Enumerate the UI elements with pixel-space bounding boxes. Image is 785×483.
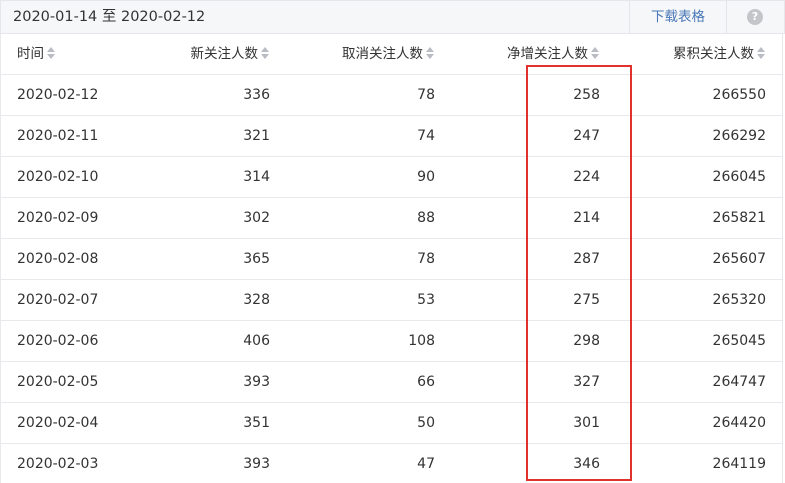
unfollows-cell: 53 — [417, 292, 435, 308]
unfollows-cell: 74 — [417, 128, 435, 144]
table-row: 2020-02-07 328 53 275 265320 — [1, 280, 782, 321]
date-cell: 2020-02-11 — [17, 128, 99, 144]
column-header-label: 取消关注人数 — [342, 46, 423, 62]
column-header-label: 时间 — [17, 46, 44, 62]
table-row: 2020-02-03 393 47 346 264119 — [1, 444, 782, 483]
net-growth-cell: 301 — [573, 415, 600, 431]
net-growth-cell: 287 — [573, 251, 600, 267]
table-row: 2020-02-05 393 66 327 264747 — [1, 362, 782, 403]
unfollows-cell: 66 — [417, 374, 435, 390]
unfollows-cell: 78 — [417, 251, 435, 267]
cumulative-cell: 266045 — [712, 169, 766, 185]
table-row: 2020-02-11 321 74 247 266292 — [1, 116, 782, 157]
new-followers-cell: 406 — [243, 333, 270, 349]
date-cell: 2020-02-06 — [17, 333, 99, 349]
net-growth-cell: 224 — [573, 169, 600, 185]
new-followers-cell: 351 — [243, 415, 270, 431]
column-header-new-followers[interactable]: 新关注人数 — [191, 34, 271, 74]
column-header-net-growth[interactable]: 净增关注人数 — [507, 34, 600, 74]
new-followers-cell: 393 — [243, 374, 270, 390]
sort-icon[interactable] — [426, 47, 435, 59]
new-followers-cell: 328 — [243, 292, 270, 308]
date-cell: 2020-02-08 — [17, 251, 99, 267]
date-range-label[interactable]: 2020-01-14 至 2020-02-12 — [13, 1, 205, 33]
sort-icon[interactable] — [591, 47, 600, 59]
divider — [726, 1, 727, 33]
net-growth-cell: 275 — [573, 292, 600, 308]
column-header-unfollows[interactable]: 取消关注人数 — [342, 34, 435, 74]
table-row: 2020-02-06 406 108 298 265045 — [1, 321, 782, 362]
toolbar: 2020-01-14 至 2020-02-12 下载表格 ? — [0, 0, 785, 34]
date-cell: 2020-02-07 — [17, 292, 99, 308]
cumulative-cell: 265320 — [712, 292, 766, 308]
unfollows-cell: 50 — [417, 415, 435, 431]
table-row: 2020-02-08 365 78 287 265607 — [1, 239, 782, 280]
new-followers-cell: 321 — [243, 128, 270, 144]
new-followers-cell: 302 — [243, 210, 270, 226]
cumulative-cell: 264420 — [712, 415, 766, 431]
table-body: 2020-02-12 336 78 258 266550 2020-02-11 321 74 2… — [1, 75, 782, 483]
sort-icon[interactable] — [757, 47, 766, 59]
column-header-cumulative[interactable]: 累积关注人数 — [673, 34, 766, 74]
column-header-label: 净增关注人数 — [507, 46, 588, 62]
net-growth-cell: 327 — [573, 374, 600, 390]
new-followers-cell: 336 — [243, 87, 270, 103]
unfollows-cell: 90 — [417, 169, 435, 185]
stats-table: 时间 新关注人数 取消关注人数 净增关注人数 累积关注人数 2020-02-12… — [0, 34, 783, 483]
cumulative-cell: 264119 — [712, 456, 766, 472]
help-icon[interactable]: ? — [747, 9, 763, 25]
table-header: 时间 新关注人数 取消关注人数 净增关注人数 累积关注人数 — [1, 34, 782, 75]
net-growth-cell: 346 — [573, 456, 600, 472]
net-growth-cell: 298 — [573, 333, 600, 349]
sort-icon[interactable] — [261, 47, 270, 59]
cumulative-cell: 265045 — [712, 333, 766, 349]
net-growth-cell: 214 — [573, 210, 600, 226]
date-cell: 2020-02-05 — [17, 374, 99, 390]
column-header-label: 累积关注人数 — [673, 46, 754, 62]
unfollows-cell: 47 — [417, 456, 435, 472]
sort-icon[interactable] — [47, 47, 56, 59]
unfollows-cell: 78 — [417, 87, 435, 103]
table-row: 2020-02-09 302 88 214 265821 — [1, 198, 782, 239]
new-followers-cell: 393 — [243, 456, 270, 472]
net-growth-cell: 247 — [573, 128, 600, 144]
cumulative-cell: 266292 — [712, 128, 766, 144]
table-row: 2020-02-10 314 90 224 266045 — [1, 157, 782, 198]
date-cell: 2020-02-04 — [17, 415, 99, 431]
new-followers-cell: 314 — [243, 169, 270, 185]
cumulative-cell: 264747 — [712, 374, 766, 390]
column-header-date[interactable]: 时间 — [17, 34, 56, 74]
cumulative-cell: 265821 — [712, 210, 766, 226]
date-cell: 2020-02-12 — [17, 87, 99, 103]
date-cell: 2020-02-03 — [17, 456, 99, 472]
unfollows-cell: 108 — [408, 333, 435, 349]
cumulative-cell: 265607 — [712, 251, 766, 267]
date-cell: 2020-02-09 — [17, 210, 99, 226]
table-row: 2020-02-04 351 50 301 264420 — [1, 403, 782, 444]
table-row: 2020-02-12 336 78 258 266550 — [1, 75, 782, 116]
cumulative-cell: 266550 — [712, 87, 766, 103]
date-cell: 2020-02-10 — [17, 169, 99, 185]
download-table-button[interactable]: 下载表格 — [630, 1, 726, 33]
new-followers-cell: 365 — [243, 251, 270, 267]
column-header-label: 新关注人数 — [190, 46, 259, 62]
net-growth-cell: 258 — [573, 87, 600, 103]
unfollows-cell: 88 — [417, 210, 435, 226]
